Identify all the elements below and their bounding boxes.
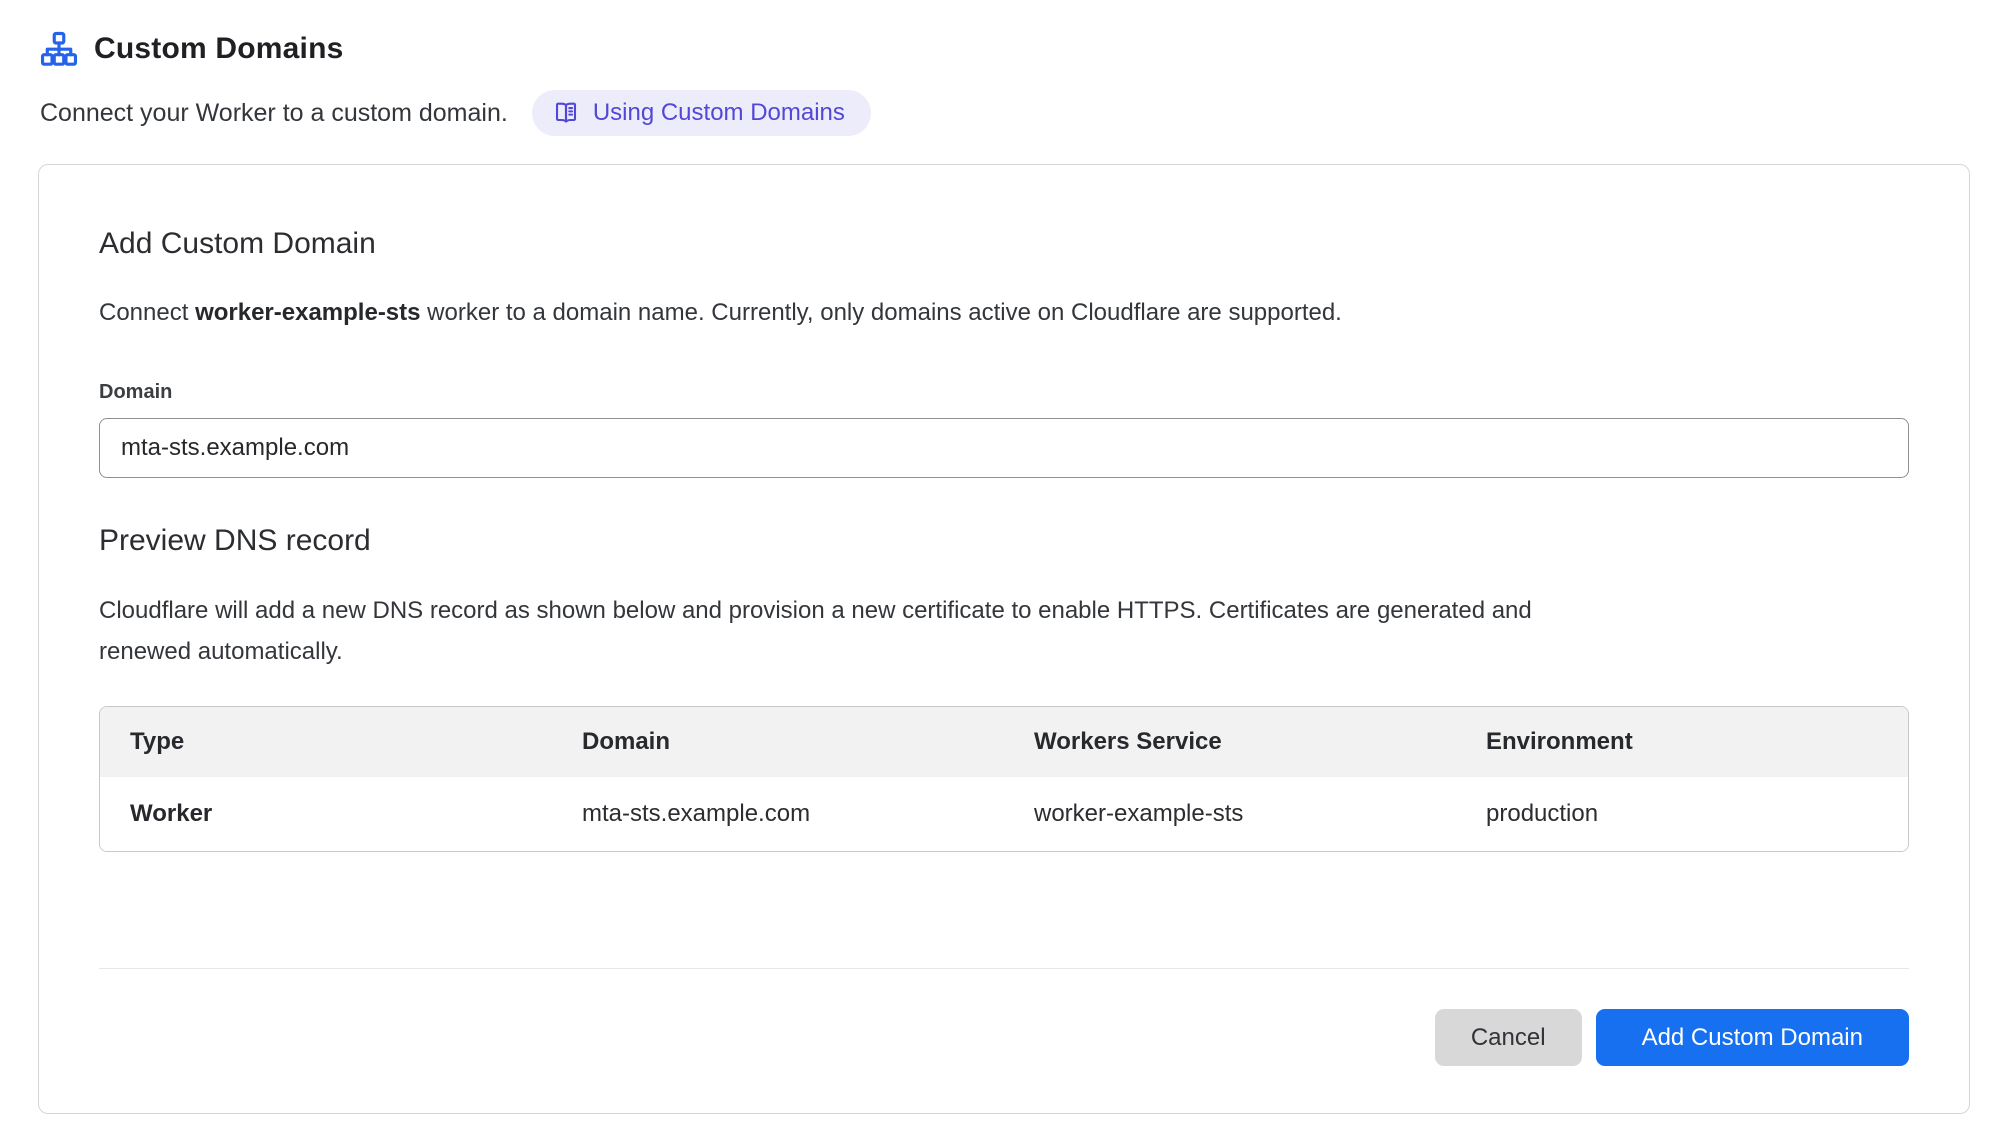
subtitle-row: Connect your Worker to a custom domain. …: [40, 90, 1999, 136]
page-header: Custom Domains Connect your Worker to a …: [0, 0, 1999, 136]
docs-link-label: Using Custom Domains: [593, 99, 845, 127]
intro-text: Connect worker-example-sts worker to a d…: [99, 299, 1909, 327]
domain-input[interactable]: [99, 418, 1909, 478]
add-custom-domain-card: Add Custom Domain Connect worker-example…: [38, 164, 1970, 1114]
cell-type: Worker: [100, 777, 552, 851]
intro-prefix: Connect: [99, 299, 195, 326]
table-row: Worker mta-sts.example.com worker-exampl…: [100, 777, 1908, 851]
cell-domain: mta-sts.example.com: [552, 777, 1004, 851]
domain-field-label: Domain: [99, 381, 1909, 404]
cancel-button[interactable]: Cancel: [1435, 1009, 1582, 1066]
intro-suffix: worker to a domain name. Currently, only…: [421, 299, 1342, 326]
footer-divider: [99, 968, 1909, 969]
card-heading: Add Custom Domain: [99, 227, 1909, 261]
title-row: Custom Domains: [40, 30, 1999, 68]
preview-dns-heading: Preview DNS record: [99, 524, 1909, 558]
page-title: Custom Domains: [94, 32, 344, 66]
column-header-domain: Domain: [552, 707, 1004, 777]
cell-environment: production: [1456, 777, 1908, 851]
dns-preview-table: Type Domain Workers Service Environment …: [99, 706, 1909, 852]
add-custom-domain-button[interactable]: Add Custom Domain: [1596, 1009, 1909, 1066]
actions-row: Cancel Add Custom Domain: [99, 1009, 1909, 1066]
open-book-icon: [552, 99, 580, 127]
column-header-workers-service: Workers Service: [1004, 707, 1456, 777]
column-header-type: Type: [100, 707, 552, 777]
worker-name: worker-example-sts: [195, 299, 420, 326]
column-header-environment: Environment: [1456, 707, 1908, 777]
cell-workers-service: worker-example-sts: [1004, 777, 1456, 851]
docs-link-using-custom-domains[interactable]: Using Custom Domains: [532, 90, 871, 136]
sitemap-icon: [40, 30, 78, 68]
table-header-row: Type Domain Workers Service Environment: [100, 707, 1908, 777]
page-subtitle: Connect your Worker to a custom domain.: [40, 99, 508, 128]
preview-dns-description: Cloudflare will add a new DNS record as …: [99, 590, 1559, 672]
